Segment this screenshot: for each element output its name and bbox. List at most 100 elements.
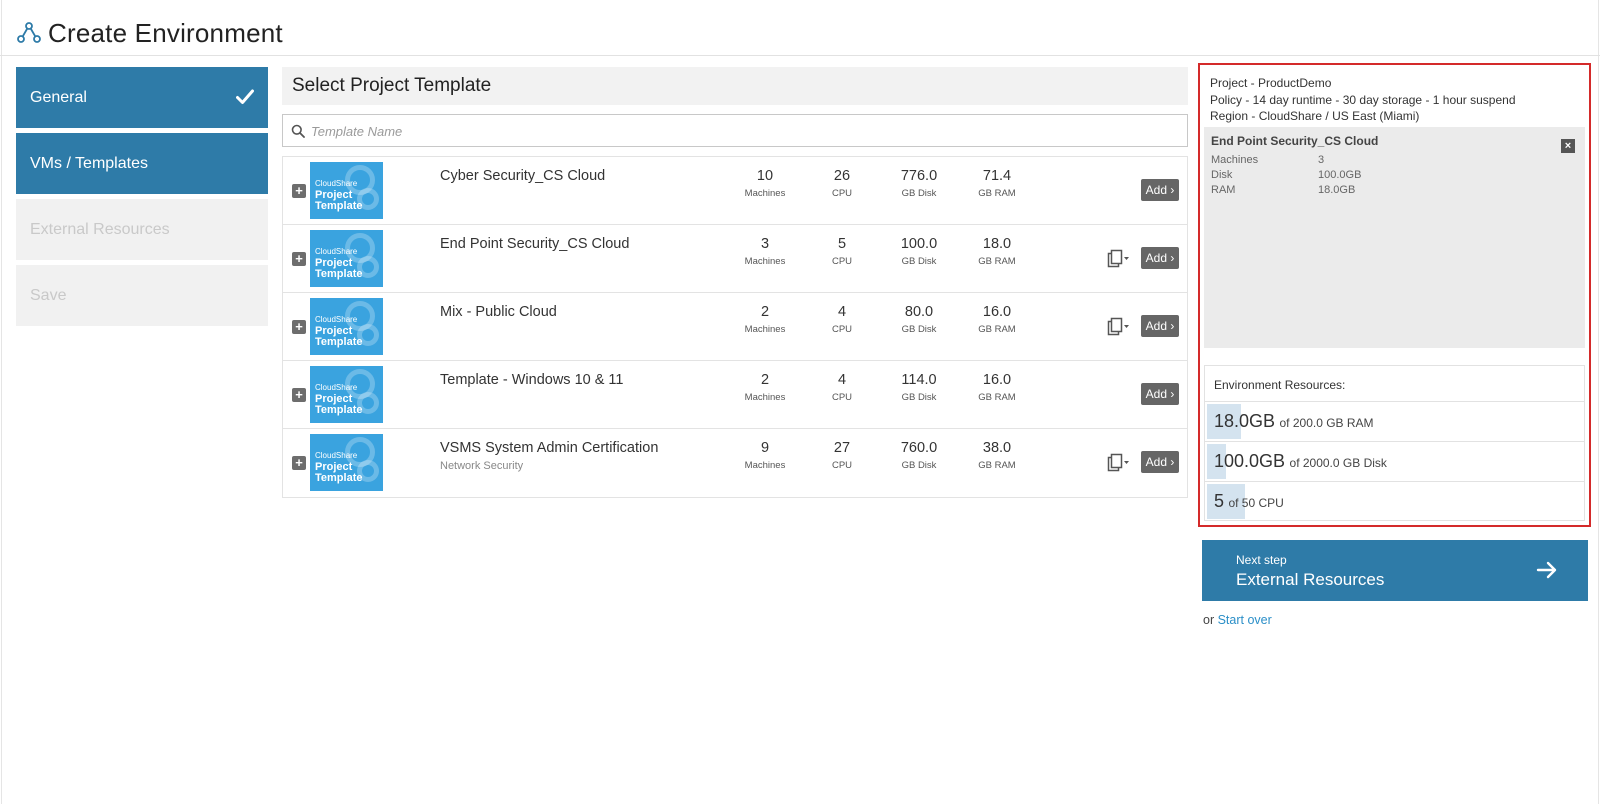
add-button[interactable]: Add ›	[1141, 383, 1179, 405]
stat-value: 16.0	[982, 304, 1012, 320]
stat-label: GB RAM	[978, 460, 1016, 471]
stat-value: 2	[760, 372, 770, 388]
template-name[interactable]: Mix - Public Cloud	[440, 304, 557, 320]
template-name[interactable]: End Point Security_CS Cloud	[440, 236, 629, 252]
stat-label: GB RAM	[978, 256, 1016, 267]
stat-machines: 2 Machines	[730, 304, 800, 335]
template-search[interactable]	[282, 114, 1188, 147]
step-external-resources: External Resources	[16, 199, 268, 260]
expand-icon[interactable]: +	[292, 252, 306, 266]
step-general[interactable]: General	[16, 67, 268, 128]
stat-label: GB Disk	[901, 188, 937, 199]
stat-machines: 3 Machines	[730, 236, 800, 267]
env-text: 100.0GB of 2000.0 GB Disk	[1214, 451, 1387, 472]
copy-dropdown-icon[interactable]	[1106, 317, 1130, 337]
stat-label: CPU	[831, 256, 853, 267]
expand-icon[interactable]: +	[292, 388, 306, 402]
stat-label: Machines	[744, 460, 786, 471]
stat-disk: 80.0 GB Disk	[884, 304, 954, 335]
stat-disk: 760.0 GB Disk	[884, 440, 954, 471]
stat-label: Machines	[744, 324, 786, 335]
selected-template-title: End Point Security_CS Cloud	[1211, 134, 1379, 148]
template-thumbnail: CloudShare Project Template	[310, 230, 383, 287]
stat-ram: 18.0 GB RAM	[962, 236, 1032, 267]
template-row: + CloudShare Project Template VSMS Syste…	[283, 429, 1187, 497]
region-text: Region - CloudShare / US East (Miami)	[1210, 109, 1420, 123]
thumbnail-line2: Template	[315, 268, 363, 280]
stat-value: 9	[760, 440, 770, 456]
close-icon[interactable]: ×	[1561, 139, 1575, 153]
step-vms-templates-label: VMs / Templates	[30, 155, 148, 172]
selected-ram-row: RAM 18.0GB	[1211, 184, 1355, 196]
copy-dropdown-icon[interactable]	[1106, 249, 1130, 269]
selected-value: 100.0GB	[1318, 169, 1362, 181]
env-used: 100.0GB	[1214, 451, 1286, 471]
template-row: + CloudShare Project Template End Point …	[283, 225, 1187, 293]
stat-ram: 71.4 GB RAM	[962, 168, 1032, 199]
stat-machines: 9 Machines	[730, 440, 800, 471]
stat-value: 760.0	[900, 440, 938, 456]
add-button[interactable]: Add ›	[1141, 179, 1179, 201]
env-of: of 50 CPU	[1228, 496, 1284, 510]
template-row: + CloudShare Project Template Template -…	[283, 361, 1187, 429]
stat-ram: 38.0 GB RAM	[962, 440, 1032, 471]
stat-value: 4	[837, 372, 847, 388]
stat-value: 4	[837, 304, 847, 320]
section-title: Select Project Template	[292, 75, 492, 96]
page-title: Create Environment	[48, 18, 283, 48]
stat-value: 5	[837, 236, 847, 252]
page-header: Create Environment	[0, 0, 1600, 56]
thumbnail-line2: Template	[315, 404, 363, 416]
thumbnail-brand: CloudShare	[315, 451, 358, 460]
template-thumbnail: CloudShare Project Template	[310, 434, 383, 491]
stat-cpu: 5 CPU	[807, 236, 877, 267]
next-step-label: Next step	[1236, 553, 1287, 567]
expand-icon[interactable]: +	[292, 320, 306, 334]
stat-value: 776.0	[900, 168, 938, 184]
stat-value: 38.0	[982, 440, 1012, 456]
step-vms-templates[interactable]: VMs / Templates	[16, 133, 268, 194]
expand-icon[interactable]: +	[292, 456, 306, 470]
stat-value: 18.0	[982, 236, 1012, 252]
stat-disk: 114.0 GB Disk	[884, 372, 954, 403]
section-header: Select Project Template	[282, 67, 1188, 105]
copy-dropdown-icon[interactable]	[1106, 453, 1130, 473]
template-name[interactable]: Cyber Security_CS Cloud	[440, 168, 605, 184]
start-over-line: or Start over	[1203, 613, 1272, 627]
template-thumbnail: CloudShare Project Template	[310, 298, 383, 355]
step-save-label: Save	[30, 287, 67, 304]
next-step-button[interactable]: Next step External Resources	[1202, 540, 1588, 601]
add-button[interactable]: Add ›	[1141, 451, 1179, 473]
stat-label: Machines	[744, 392, 786, 403]
selected-disk-row: Disk 100.0GB	[1211, 169, 1361, 181]
stat-ram: 16.0 GB RAM	[962, 304, 1032, 335]
add-button[interactable]: Add ›	[1141, 315, 1179, 337]
template-name[interactable]: Template - Windows 10 & 11	[440, 372, 623, 388]
stat-label: GB RAM	[978, 392, 1016, 403]
thumbnail-brand: CloudShare	[315, 179, 358, 188]
stat-disk: 776.0 GB Disk	[884, 168, 954, 199]
stat-value: 16.0	[982, 372, 1012, 388]
stat-cpu: 4 CPU	[807, 304, 877, 335]
add-button[interactable]: Add ›	[1141, 247, 1179, 269]
template-row: + CloudShare Project Template Cyber Secu…	[283, 157, 1187, 225]
stat-value: 71.4	[982, 168, 1012, 184]
template-subtitle: Network Security	[440, 460, 524, 472]
stat-cpu: 4 CPU	[807, 372, 877, 403]
env-of: of 200.0 GB RAM	[1279, 416, 1374, 430]
start-over-link[interactable]: Start over	[1218, 613, 1272, 627]
selected-label: RAM	[1211, 184, 1236, 196]
template-name[interactable]: VSMS System Admin Certification	[440, 440, 658, 456]
env-row-ram: 18.0GB of 200.0 GB RAM	[1205, 402, 1584, 442]
stat-label: GB Disk	[901, 392, 937, 403]
stat-label: GB Disk	[901, 256, 937, 267]
stat-value: 100.0	[900, 236, 938, 252]
stat-value: 114.0	[901, 372, 937, 388]
stat-value: 10	[756, 168, 774, 184]
thumbnail-line2: Template	[315, 200, 363, 212]
thumbnail-brand: CloudShare	[315, 247, 358, 256]
expand-icon[interactable]: +	[292, 184, 306, 198]
search-input[interactable]	[311, 120, 1171, 142]
thumbnail-line2: Template	[315, 472, 363, 484]
thumbnail-brand: CloudShare	[315, 383, 358, 392]
